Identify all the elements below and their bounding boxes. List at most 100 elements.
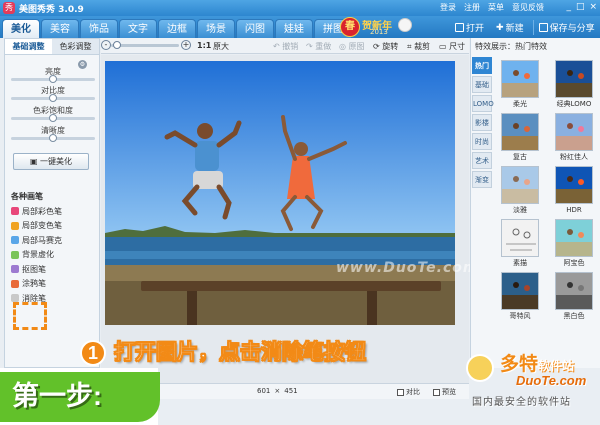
brush-label: 局部彩色笔 xyxy=(22,206,62,216)
zoom-out-icon[interactable]: - xyxy=(101,40,111,50)
zoom-in-icon[interactable]: + xyxy=(181,40,191,50)
one-click-beautify-button[interactable]: ▣ 一键美化 xyxy=(13,153,89,170)
effect-label: 淡雅 xyxy=(513,206,527,214)
tab-color-adjust[interactable]: 色彩调整 xyxy=(52,39,99,54)
tab-scene[interactable]: 场景 xyxy=(197,19,235,38)
rotate-label: 旋转 xyxy=(382,42,399,51)
magic-wand-icon: ▣ xyxy=(29,157,38,166)
undo-button[interactable]: ↶ 撤销 xyxy=(273,41,298,52)
compare-button[interactable]: 对比 xyxy=(397,387,420,397)
slider-track[interactable] xyxy=(11,75,95,83)
plus-icon: ✚ xyxy=(496,22,504,33)
tab-accessories[interactable]: 饰品 xyxy=(80,19,118,38)
effect-classic-lomo[interactable]: 经典LOMO xyxy=(550,60,598,110)
mosaic-icon xyxy=(11,236,19,245)
effect-label: 阿宝色 xyxy=(563,259,585,267)
thumb-image xyxy=(502,273,538,309)
effect-tab-basic[interactable]: 基础 xyxy=(472,76,492,93)
effect-tab-art[interactable]: 艺术 xyxy=(472,152,492,169)
effect-label: 粉红佳人 xyxy=(560,153,588,161)
brightness-slider[interactable]: 亮度 xyxy=(11,66,95,83)
banner-year: 2013 xyxy=(370,28,388,36)
saturation-slider[interactable]: 色彩饱和度 xyxy=(11,105,95,122)
rotate-button[interactable]: ⟳ 旋转 xyxy=(373,41,398,52)
effect-thumb xyxy=(501,272,539,310)
slider-track[interactable] xyxy=(11,94,95,102)
login-link[interactable]: 登录 xyxy=(440,2,456,13)
effect-tab-hot[interactable]: 热门 xyxy=(472,57,492,74)
preview-button[interactable]: 预览 xyxy=(433,387,456,397)
tab-flash[interactable]: 闪图 xyxy=(236,19,274,38)
effect-gothic[interactable]: 哥特风 xyxy=(496,272,544,322)
effect-pink-lady[interactable]: 粉红佳人 xyxy=(550,113,598,163)
brush-background-blur[interactable]: 背景虚化 xyxy=(11,248,97,263)
resize-button[interactable]: ▭ 尺寸 xyxy=(439,41,465,52)
redo-button[interactable]: ↷ 重做 xyxy=(306,41,331,52)
slider-track[interactable] xyxy=(11,134,95,142)
effect-thumb xyxy=(555,166,593,204)
slider-thumb[interactable] xyxy=(49,134,57,142)
compare-label: 对比 xyxy=(406,388,420,396)
close-icon[interactable]: × xyxy=(589,2,597,12)
effect-abao-color[interactable]: 阿宝色 xyxy=(550,219,598,269)
feedback-link[interactable]: 意见反馈 xyxy=(512,2,544,13)
tab-text[interactable]: 文字 xyxy=(119,19,157,38)
canvas-toolbar: - + 1:1 原大 ↶ 撤销 ↷ 重做 ◎ 原图 ⟳ 旋转 ⌗ 裁剪 ▭ 尺寸 xyxy=(101,38,469,54)
save-icon xyxy=(538,23,548,32)
brush-cutout[interactable]: 抠图笔 xyxy=(11,262,97,277)
color-pen-icon xyxy=(11,207,19,216)
slider-thumb[interactable] xyxy=(49,94,57,102)
menu-link[interactable]: 菜单 xyxy=(488,2,504,13)
slider-thumb[interactable] xyxy=(49,75,57,83)
title-links: 登录 注册 菜单 意见反馈 xyxy=(440,2,544,13)
times-sign: × xyxy=(274,387,281,395)
brand-tagline: 国内最安全的软件站 xyxy=(472,397,571,408)
tab-basic-adjust[interactable]: 基础调整 xyxy=(5,39,52,54)
effect-sketch[interactable]: 素描 xyxy=(496,219,544,269)
crop-button[interactable]: ⌗ 裁剪 xyxy=(407,41,430,52)
thumb-image xyxy=(556,220,592,256)
size-label: 尺寸 xyxy=(449,42,466,51)
tab-frame[interactable]: 边框 xyxy=(158,19,196,38)
effect-tab-gradient[interactable]: 渐变 xyxy=(472,171,492,188)
thumb-image xyxy=(502,114,538,150)
brush-doodle[interactable]: 涂鸦笔 xyxy=(11,277,97,292)
effect-black-white[interactable]: 黑白色 xyxy=(550,272,598,322)
effect-soft-light[interactable]: 柔光 xyxy=(496,60,544,110)
reset-button[interactable]: ◎ 原图 xyxy=(339,41,365,52)
zoom-slider[interactable] xyxy=(111,41,179,49)
brush-mosaic[interactable]: 局部马赛克 xyxy=(11,233,97,248)
save-share-button[interactable]: 保存与分享 xyxy=(532,20,598,35)
slider-track[interactable] xyxy=(11,114,95,122)
effect-elegant[interactable]: 淡雅 xyxy=(496,166,544,216)
tab-beautify[interactable]: 美化 xyxy=(2,19,40,38)
beach-photo[interactable] xyxy=(105,61,455,325)
effect-tab-fashion[interactable]: 时尚 xyxy=(472,133,492,150)
effect-label: 素描 xyxy=(513,259,527,267)
blur-icon xyxy=(11,250,19,259)
contrast-slider[interactable]: 对比度 xyxy=(11,85,95,102)
zoom-thumb[interactable] xyxy=(113,41,121,49)
brush-color-pen[interactable]: 局部彩色笔 xyxy=(11,204,97,219)
effect-tab-lomo[interactable]: LOMO xyxy=(472,95,494,112)
minimize-icon[interactable]: _ xyxy=(566,2,571,12)
chun-badge-icon: 春 xyxy=(340,17,360,37)
brush-label: 局部马赛克 xyxy=(22,235,62,245)
doodle-pen-icon xyxy=(11,279,19,288)
beautify-label: 一键美化 xyxy=(40,157,73,166)
brush-recolor-pen[interactable]: 局部变色笔 xyxy=(11,219,97,234)
effect-hdr[interactable]: HDR xyxy=(550,166,598,216)
effect-tab-studio[interactable]: 影楼 xyxy=(472,114,492,131)
slider-thumb[interactable] xyxy=(49,114,57,122)
tab-face[interactable]: 美容 xyxy=(41,19,79,38)
open-button[interactable]: 打开 xyxy=(452,20,487,35)
maximize-icon[interactable]: □ xyxy=(576,2,585,12)
register-link[interactable]: 注册 xyxy=(464,2,480,13)
brand-title-main: 多特 xyxy=(500,354,539,375)
effect-thumb xyxy=(555,60,593,98)
new-button[interactable]: ✚ 新建 xyxy=(493,20,527,35)
sharpness-slider[interactable]: 清晰度 xyxy=(11,125,95,142)
effect-retro[interactable]: 复古 xyxy=(496,113,544,163)
tab-doll[interactable]: 娃娃 xyxy=(275,19,313,38)
original-size-button[interactable]: 原大 xyxy=(213,41,229,52)
